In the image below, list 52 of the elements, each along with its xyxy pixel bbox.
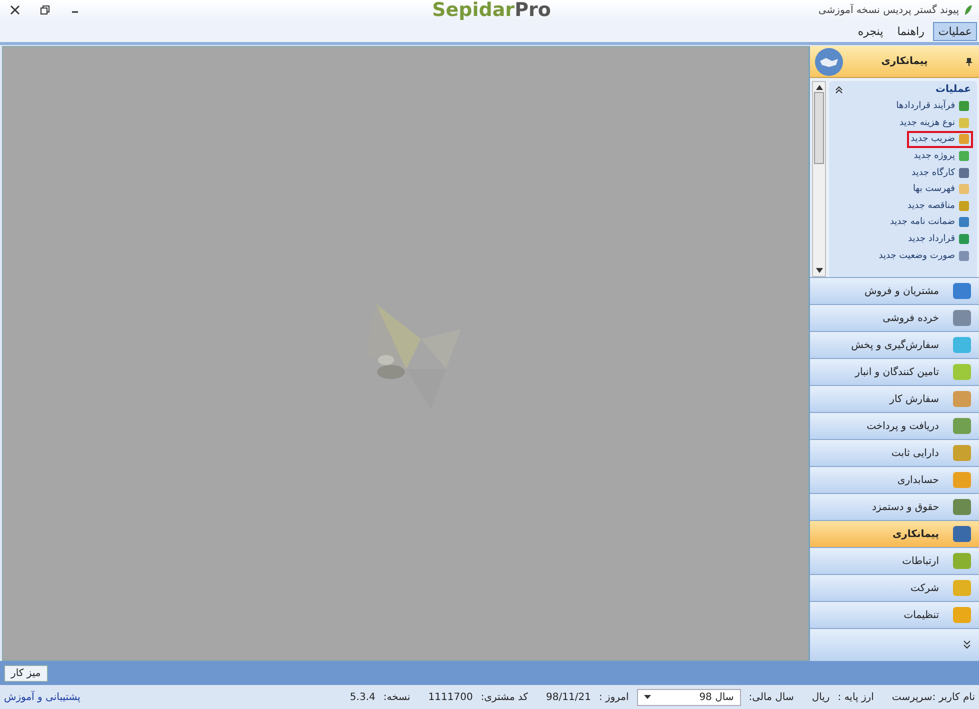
module-button[interactable]: خرده فروشی bbox=[810, 305, 979, 332]
scroll-down-icon[interactable] bbox=[816, 268, 822, 273]
caret-icon bbox=[644, 695, 651, 699]
collapse-icon[interactable] bbox=[835, 86, 843, 94]
task-link[interactable]: فهرست بها bbox=[908, 180, 973, 198]
module-button[interactable]: حقوق و دستمزد bbox=[810, 494, 979, 521]
task-link[interactable]: صورت وضعیت جدید bbox=[874, 247, 973, 264]
version-value: 5.3.4 bbox=[350, 692, 376, 702]
module-button[interactable]: سفارش کار bbox=[810, 386, 979, 413]
currency-label: ارز پایه : bbox=[838, 692, 874, 702]
pin-icon[interactable] bbox=[965, 56, 973, 66]
today-value: 98/11/21 bbox=[546, 692, 591, 702]
module-button[interactable]: دریافت و پرداخت bbox=[810, 413, 979, 440]
fiscal-year-select[interactable]: سال 98 bbox=[636, 688, 741, 706]
restore-icon[interactable] bbox=[40, 5, 50, 15]
module-button[interactable]: تنظیمات bbox=[810, 602, 979, 629]
menu-item[interactable]: پنجره bbox=[852, 22, 888, 40]
task-link[interactable]: قرارداد جدید bbox=[904, 230, 973, 248]
fiscal-year-label: سال مالی: bbox=[748, 692, 794, 702]
close-icon[interactable] bbox=[10, 5, 20, 15]
chevron-icon[interactable] bbox=[963, 640, 971, 650]
version-label: نسخه: bbox=[383, 692, 410, 702]
group-title: عملیات bbox=[935, 84, 971, 95]
task-link[interactable]: کارگاه جدید bbox=[908, 164, 973, 181]
module-button[interactable]: سفارش‌گیری و پخش bbox=[810, 332, 979, 359]
module-button[interactable]: مشتریان و فروش bbox=[810, 278, 979, 305]
module-button[interactable]: شرکت bbox=[810, 575, 979, 602]
module-button[interactable]: تامین کنندگان و انبار bbox=[810, 359, 979, 386]
task-link[interactable]: مناقصه جدید bbox=[903, 198, 973, 214]
support-link[interactable]: پشتیبانی و آموزش bbox=[4, 692, 80, 702]
module-button[interactable]: پیمانکاری bbox=[810, 521, 979, 548]
window-title: پیوند گستر پردیس نسخه آموزشی bbox=[818, 4, 959, 16]
app-logo: SepidarPro bbox=[432, 0, 551, 20]
scroll-up-icon[interactable] bbox=[816, 85, 822, 90]
module-button[interactable]: ارتباطات bbox=[810, 548, 979, 575]
module-button[interactable]: حسابداری bbox=[810, 467, 979, 494]
menu-item[interactable]: عملیات bbox=[933, 22, 977, 40]
panel-title: پیمانکاری bbox=[880, 56, 929, 67]
task-link[interactable]: پروژه جدید bbox=[910, 148, 973, 164]
module-button[interactable]: دارایی ثابت bbox=[810, 440, 979, 467]
customer-code-value: 1111700 bbox=[428, 692, 473, 702]
user-label: نام کاربر :سرپرست bbox=[892, 692, 975, 702]
menu-item[interactable]: راهنما bbox=[892, 22, 930, 40]
desktop-button[interactable]: میز کار bbox=[4, 664, 48, 682]
task-link[interactable]: ضریب جدید bbox=[906, 131, 973, 148]
task-link[interactable]: نوع هزینه جدید bbox=[895, 114, 973, 132]
customer-code-label: کد مشتری: bbox=[480, 692, 528, 702]
scrollbar[interactable] bbox=[812, 81, 826, 277]
today-label: امروز : bbox=[598, 692, 629, 702]
task-link[interactable]: ضمانت نامه جدید bbox=[886, 214, 973, 231]
task-link[interactable]: فرآیند قراردادها bbox=[892, 98, 973, 115]
currency-value: ریال bbox=[812, 692, 830, 702]
